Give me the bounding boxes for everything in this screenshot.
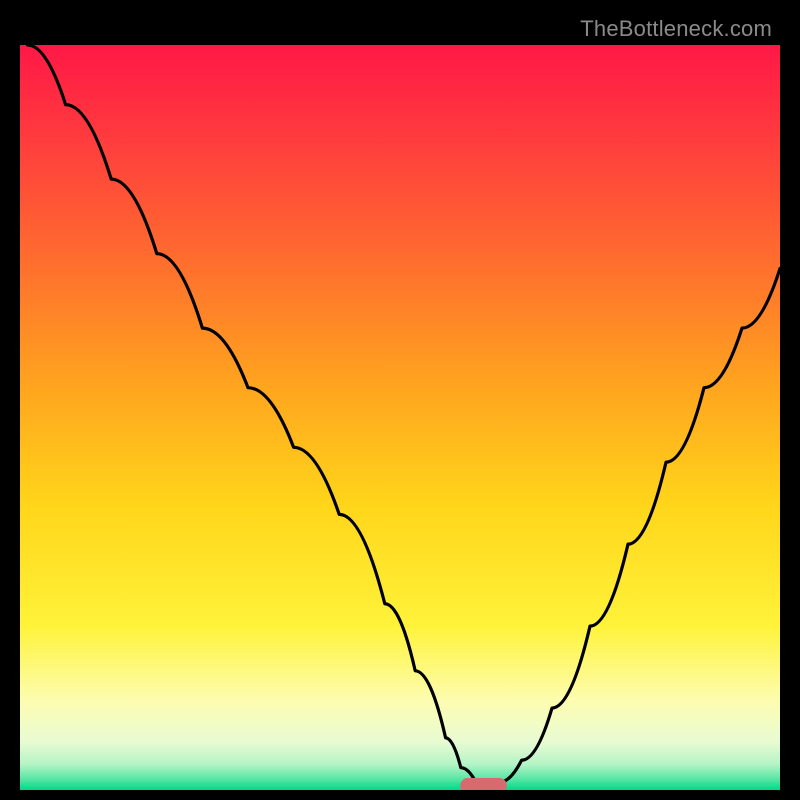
gradient-background (20, 45, 780, 790)
watermark-text: TheBottleneck.com (580, 16, 772, 42)
optimal-marker (461, 779, 507, 790)
bottleneck-chart (20, 45, 780, 790)
chart-frame: TheBottleneck.com (10, 10, 790, 790)
plot-area (20, 45, 780, 790)
